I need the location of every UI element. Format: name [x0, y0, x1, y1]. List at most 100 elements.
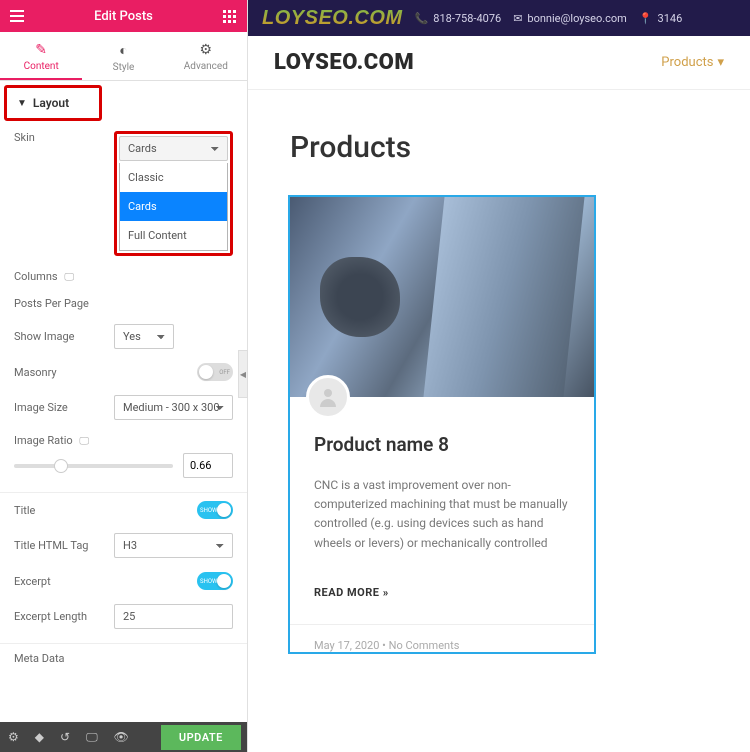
section-layout-header[interactable]: ▼ Layout	[4, 85, 102, 121]
topbar-email[interactable]: ✉ bonnie@loyseo.com	[513, 12, 627, 25]
title-tag-select[interactable]: H3	[114, 533, 233, 558]
image-ratio-value[interactable]	[183, 453, 233, 478]
card-date: May 17, 2020	[314, 639, 379, 652]
phone-icon: 📞	[415, 12, 429, 25]
chevron-down-icon: ▾	[717, 55, 724, 70]
excerpt-length-label: Excerpt Length	[14, 610, 114, 623]
editor-bottom-bar: ⚙ ◆ ↺ 🖵 👁 UPDATE ▲	[0, 722, 247, 752]
monitor-icon[interactable]: 🖵	[79, 436, 89, 447]
skin-label: Skin	[14, 131, 114, 144]
gear-icon: ⚙	[165, 42, 247, 58]
posts-per-page-label: Posts Per Page	[14, 297, 114, 310]
hamburger-icon[interactable]	[10, 10, 24, 22]
tab-content[interactable]: ✎ Content	[0, 32, 82, 80]
mail-icon: ✉	[513, 12, 522, 25]
preview-pane: ◀ LOYSEO.COM 📞 818-758-4076 ✉ bonnie@loy…	[248, 0, 750, 752]
card-title: Product name 8	[314, 433, 570, 456]
control-title-tag: Title HTML Tag H3	[14, 533, 233, 558]
tab-advanced-label: Advanced	[184, 61, 228, 72]
image-size-select[interactable]: Medium - 300 x 300	[114, 395, 233, 420]
panel-body: Skin Cards Classic Cards Full Content Co…	[0, 121, 247, 722]
card-image	[290, 197, 594, 397]
meta-data-label: Meta Data	[14, 652, 65, 722]
toggle-off-label: OFF	[219, 369, 230, 376]
image-ratio-slider[interactable]	[14, 464, 173, 468]
history-icon[interactable]: ↺	[60, 730, 70, 744]
columns-label: Columns 🖵	[14, 270, 114, 283]
pin-icon: 📍	[639, 12, 653, 25]
masonry-label: Masonry	[14, 366, 114, 379]
tab-content-label: Content	[24, 61, 59, 72]
divider	[0, 643, 247, 644]
control-title: Title SHOW	[14, 501, 233, 519]
masonry-toggle[interactable]: OFF	[197, 363, 233, 381]
control-skin: Skin Cards Classic Cards Full Content	[14, 131, 233, 256]
responsive-icon[interactable]: 🖵	[86, 730, 98, 745]
user-icon	[316, 385, 340, 409]
skin-option-classic[interactable]: Classic	[120, 163, 227, 192]
slider-thumb[interactable]	[54, 459, 68, 473]
section-layout-label: Layout	[33, 96, 69, 110]
skin-option-fullcontent[interactable]: Full Content	[120, 221, 227, 250]
excerpt-label: Excerpt	[14, 575, 114, 588]
nav-products[interactable]: Products ▾	[661, 55, 724, 70]
topbar-phone[interactable]: 📞 818-758-4076	[415, 12, 502, 25]
image-ratio-slider-row	[14, 453, 233, 478]
title-tag-label: Title HTML Tag	[14, 539, 114, 552]
skin-dropdown-highlight: Cards Classic Cards Full Content	[114, 131, 233, 256]
title-toggle[interactable]: SHOW	[197, 501, 233, 519]
page-title: Products	[248, 90, 750, 195]
topbar-address[interactable]: 📍 3146	[639, 12, 682, 25]
card-footer: May 17, 2020 • No Comments	[290, 624, 594, 652]
title-label: Title	[14, 504, 114, 517]
layers-icon[interactable]: ◆	[35, 730, 44, 744]
skin-options-list: Classic Cards Full Content	[119, 163, 228, 251]
excerpt-length-input[interactable]	[114, 604, 233, 629]
grid-icon[interactable]	[223, 10, 237, 23]
tab-advanced[interactable]: ⚙ Advanced	[165, 32, 247, 80]
nav-products-label: Products	[661, 55, 713, 70]
settings-icon[interactable]: ⚙	[8, 730, 19, 744]
site-header: LOYSEO.COM Products ▾	[248, 36, 750, 90]
card-excerpt: CNC is a vast improvement over non-compu…	[314, 476, 570, 553]
pencil-icon: ✎	[0, 42, 82, 58]
skin-select[interactable]: Cards	[119, 136, 228, 161]
skin-option-cards[interactable]: Cards	[120, 192, 227, 221]
divider	[0, 492, 247, 493]
contrast-icon: ◐	[82, 42, 164, 59]
tab-style[interactable]: ◐ Style	[82, 32, 164, 80]
excerpt-toggle[interactable]: SHOW	[197, 572, 233, 590]
control-excerpt-length: Excerpt Length	[14, 604, 233, 629]
image-size-label: Image Size	[14, 401, 114, 414]
editor-topbar: Edit Posts	[0, 0, 247, 32]
control-posts-per-page: Posts Per Page	[14, 297, 233, 310]
topbar-logo: LOYSEO.COM	[262, 7, 403, 30]
control-image-ratio: Image Ratio 🖵	[14, 434, 233, 447]
control-meta-data: Meta Data × Date × Comments	[14, 652, 233, 722]
control-columns: Columns 🖵	[14, 270, 233, 283]
show-image-select[interactable]: Yes	[114, 324, 174, 349]
editor-title: Edit Posts	[94, 9, 153, 24]
card-body: Product name 8 CNC is a vast improvement…	[290, 419, 594, 624]
monitor-icon[interactable]: 🖵	[64, 272, 74, 283]
editor-tabs: ✎ Content ◐ Style ⚙ Advanced	[0, 32, 247, 81]
update-button[interactable]: UPDATE	[161, 725, 241, 750]
toggle-show-label: SHOW	[200, 507, 217, 514]
control-masonry: Masonry OFF	[14, 363, 233, 381]
preview-eye-icon[interactable]: 👁	[114, 730, 129, 744]
control-show-image: Show Image Yes	[14, 324, 233, 349]
control-excerpt: Excerpt SHOW	[14, 572, 233, 590]
image-ratio-label: Image Ratio 🖵	[14, 434, 114, 447]
show-image-label: Show Image	[14, 330, 114, 343]
toggle-show-label: SHOW	[200, 578, 217, 585]
site-title[interactable]: LOYSEO.COM	[274, 50, 414, 75]
tab-style-label: Style	[113, 62, 135, 73]
control-image-size: Image Size Medium - 300 x 300	[14, 395, 233, 420]
editor-sidebar: Edit Posts ✎ Content ◐ Style ⚙ Advanced …	[0, 0, 248, 752]
site-topbar: LOYSEO.COM 📞 818-758-4076 ✉ bonnie@loyse…	[248, 0, 750, 36]
collapse-handle[interactable]: ◀	[238, 350, 248, 398]
card-comments: No Comments	[389, 639, 460, 652]
avatar	[306, 375, 350, 419]
card-read-more[interactable]: READ MORE »	[314, 586, 389, 599]
product-card[interactable]: Product name 8 CNC is a vast improvement…	[288, 195, 596, 654]
